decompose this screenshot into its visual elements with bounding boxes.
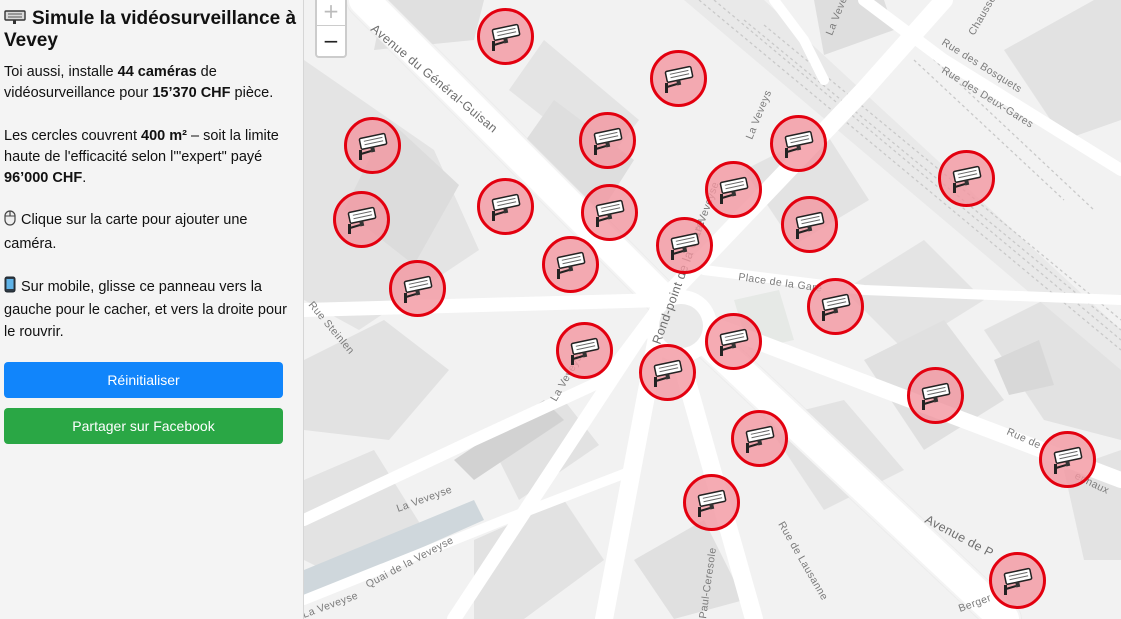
- camera-marker[interactable]: [937, 149, 995, 207]
- click-hint: Clique sur la carte pour ajouter une cam…: [4, 210, 299, 255]
- cctv-camera-icon: [795, 211, 824, 239]
- camera-marker[interactable]: [649, 49, 707, 107]
- coverage-text: Les cercles couvrent 400 m² – soit la li…: [4, 126, 299, 190]
- camera-marker[interactable]: [580, 183, 638, 241]
- title-text: Simule la vidéosurveillance à Vevey: [4, 8, 297, 51]
- camera-marker[interactable]: [780, 195, 838, 253]
- camera-marker[interactable]: [730, 409, 788, 467]
- expert-fee: 96’000 CHF: [4, 170, 83, 187]
- cctv-camera-icon: [719, 176, 748, 204]
- sidebar-panel[interactable]: Simule la vidéosurveillance à Vevey Toi …: [0, 0, 304, 619]
- intro-text: Toi aussi, installe 44 caméras de vidéos…: [4, 62, 299, 105]
- intro-part: pièce.: [230, 85, 274, 102]
- click-hint-text: Clique sur la carte pour ajouter une cam…: [4, 212, 248, 252]
- mobile-phone-icon: [4, 276, 16, 300]
- cctv-camera-icon: [921, 382, 950, 410]
- cctv-camera-icon: [697, 489, 726, 517]
- cctv-camera-icon: [570, 337, 599, 365]
- camera-marker[interactable]: [1038, 430, 1096, 488]
- camera-marker[interactable]: [655, 216, 713, 274]
- cctv-camera-icon: [593, 127, 622, 155]
- map[interactable]: Avenue du Général-Guisan La Veveyse Rue …: [304, 0, 1121, 619]
- mouse-icon: [4, 210, 16, 233]
- zoom-in-button[interactable]: +: [317, 0, 345, 26]
- cctv-camera-icon: [595, 199, 624, 227]
- cctv-camera-icon: [821, 293, 850, 321]
- mobile-hint: Sur mobile, glisse ce panneau vers la ga…: [4, 276, 299, 343]
- cctv-camera-icon: [784, 130, 813, 158]
- camera-marker[interactable]: [806, 277, 864, 335]
- cctv-camera-icon: [4, 9, 26, 24]
- cctv-camera-icon: [491, 193, 520, 221]
- cctv-camera-icon: [670, 232, 699, 260]
- coverage-area: 400 m²: [141, 127, 187, 144]
- camera-marker[interactable]: [343, 116, 401, 174]
- cctv-camera-icon: [653, 359, 682, 387]
- cctv-camera-icon: [347, 206, 376, 234]
- cctv-camera-icon: [1053, 446, 1082, 474]
- reset-button[interactable]: Réinitialiser: [4, 361, 283, 398]
- page-title: Simule la vidéosurveillance à Vevey: [4, 8, 299, 52]
- camera-marker[interactable]: [578, 111, 636, 169]
- camera-marker[interactable]: [638, 343, 696, 401]
- camera-marker[interactable]: [988, 551, 1046, 609]
- intro-part: Toi aussi, installe: [4, 64, 118, 80]
- cctv-camera-icon: [745, 425, 774, 453]
- cctv-camera-icon: [403, 275, 432, 303]
- cctv-camera-icon: [719, 328, 748, 356]
- mobile-hint-text: Sur mobile, glisse ce panneau vers la ga…: [4, 279, 287, 340]
- camera-marker[interactable]: [682, 473, 740, 531]
- coverage-part: Les cercles couvrent: [4, 127, 142, 144]
- cctv-camera-icon: [358, 132, 387, 160]
- camera-marker[interactable]: [704, 160, 762, 218]
- cctv-camera-icon: [952, 165, 981, 193]
- camera-marker[interactable]: [476, 7, 534, 65]
- coverage-part: .: [82, 170, 87, 187]
- camera-marker[interactable]: [906, 366, 964, 424]
- camera-marker[interactable]: [388, 259, 446, 317]
- camera-count: 44 caméras: [117, 64, 197, 80]
- camera-marker[interactable]: [555, 321, 613, 379]
- zoom-out-button[interactable]: −: [317, 26, 345, 56]
- zoom-control: + −: [315, 0, 347, 58]
- camera-marker[interactable]: [332, 190, 390, 248]
- camera-marker[interactable]: [476, 177, 534, 235]
- share-facebook-button[interactable]: Partager sur Facebook: [4, 407, 283, 444]
- camera-marker[interactable]: [541, 235, 599, 293]
- cctv-camera-icon: [491, 23, 520, 51]
- cctv-camera-icon: [664, 65, 693, 93]
- camera-marker[interactable]: [769, 114, 827, 172]
- cctv-camera-icon: [1003, 567, 1032, 595]
- camera-marker[interactable]: [704, 312, 762, 370]
- cctv-camera-icon: [556, 251, 585, 279]
- camera-price: 15’370 CHF: [152, 85, 231, 102]
